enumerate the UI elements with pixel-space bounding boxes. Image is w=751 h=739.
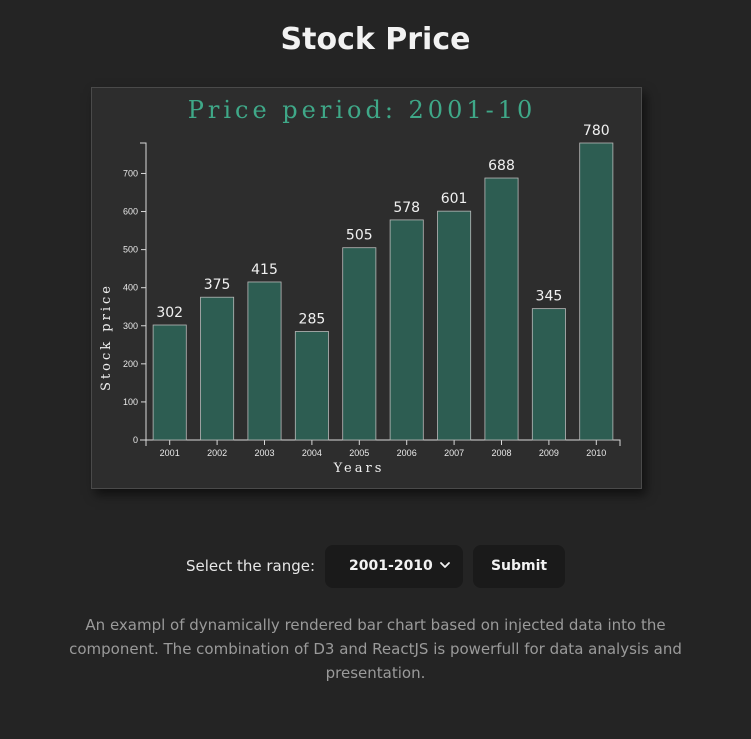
y-tick-label: 100	[123, 397, 138, 407]
y-tick-label: 500	[123, 245, 138, 255]
range-select[interactable]: 2001-2010	[325, 544, 464, 588]
range-label: Select the range:	[185, 557, 316, 575]
x-tick-label: 2004	[302, 448, 322, 458]
y-tick-label: 600	[123, 207, 138, 217]
bar	[531, 308, 566, 441]
submit-button[interactable]: Submit	[473, 544, 566, 588]
y-tick-label: 400	[123, 283, 138, 293]
bar-value-label: 375	[204, 277, 231, 293]
bar-value-label: 578	[393, 200, 420, 216]
bar	[200, 296, 235, 441]
bar	[484, 177, 519, 441]
x-tick-label: 2006	[397, 448, 417, 458]
x-axis-label: Years	[333, 461, 385, 476]
bar-value-label: 302	[156, 305, 183, 321]
y-tick-label: 300	[123, 321, 138, 331]
range-controls: Select the range: 2001-2010 Submit	[0, 544, 751, 588]
y-tick-label: 200	[123, 359, 138, 369]
range-select-value: 2001-2010	[349, 558, 433, 574]
x-tick-label: 2005	[349, 448, 369, 458]
x-tick-label: 2001	[160, 448, 180, 458]
y-axis: 0 100 200 300 400 500 600 700	[123, 142, 147, 445]
bar	[247, 281, 282, 441]
chart-title: Price period: 2001-10	[188, 96, 537, 124]
bar	[579, 142, 614, 441]
x-tick-label: 2003	[254, 448, 274, 458]
x-tick-label: 2002	[207, 448, 227, 458]
y-axis-label: Stock price	[99, 283, 114, 391]
bar	[389, 219, 424, 441]
bar-chart: Price period: 2001-10 0 100 200 300 400 500 60…	[99, 96, 621, 476]
bar-value-label: 601	[441, 191, 468, 207]
bar-value-label: 780	[583, 123, 610, 139]
x-tick-label: 2010	[586, 448, 606, 458]
chevron-down-icon	[440, 561, 450, 568]
y-axis-line	[140, 142, 147, 441]
x-tick-label: 2007	[444, 448, 464, 458]
bars: 302 375 415 285 505 578 601 688 345 780	[152, 123, 614, 441]
chart-card: Price period: 2001-10 0 100 200 300 400 500 60…	[91, 87, 642, 489]
bar	[152, 324, 187, 441]
y-tick-label: 700	[123, 168, 138, 178]
bar-value-label: 415	[251, 262, 278, 278]
bar	[294, 331, 329, 441]
bar	[342, 247, 377, 441]
bar-value-label: 345	[536, 289, 563, 305]
bar-value-label: 688	[488, 158, 515, 174]
description-text: An exampl of dynamically rendered bar ch…	[69, 616, 682, 682]
y-tick-label: 0	[133, 435, 138, 445]
x-axis: 2001 2002 2003 2004 2005 2006 2007 2008 2009 2010	[145, 439, 621, 458]
x-tick-label: 2009	[539, 448, 559, 458]
x-tick-label: 2008	[491, 448, 511, 458]
bar-value-label: 505	[346, 228, 373, 244]
page-title: Stock Price	[280, 22, 471, 57]
bar	[437, 210, 472, 441]
bar-value-label: 285	[299, 311, 326, 327]
